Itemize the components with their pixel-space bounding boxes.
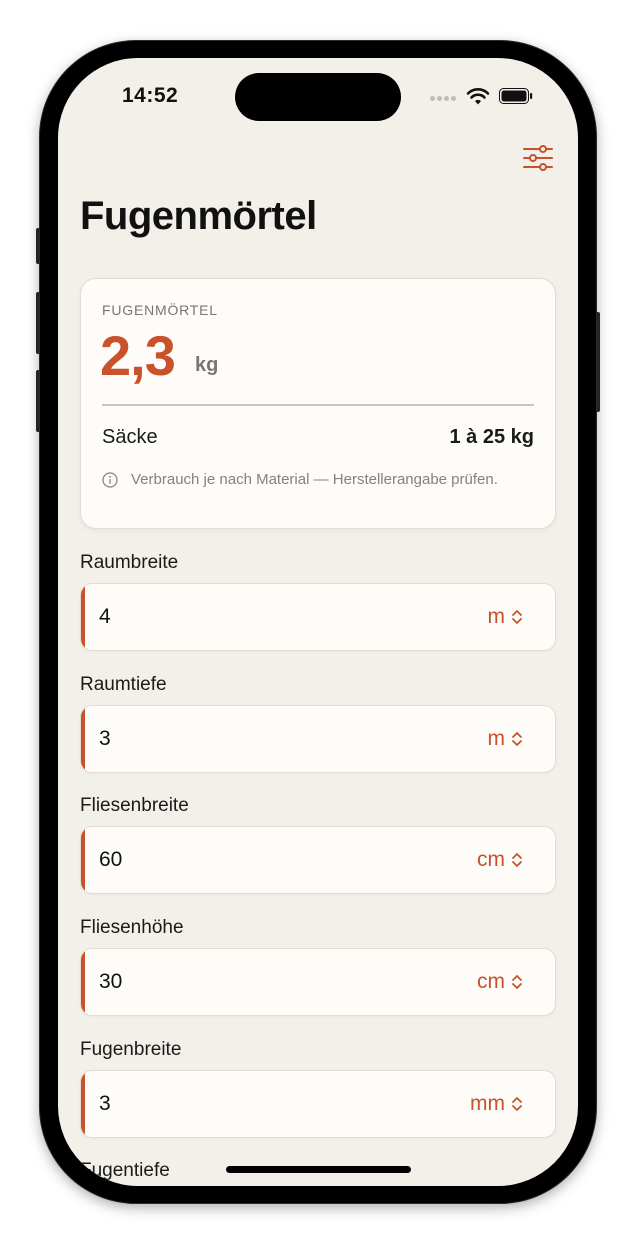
divider [102,404,534,406]
input-fliesenbreite[interactable]: 60 cm [80,826,556,894]
status-time: 14:52 [122,84,179,107]
input-fliesenhoehe[interactable]: 30 cm [80,948,556,1016]
page-title: Fugenmörtel [80,194,317,238]
field-accent-bar [81,1071,85,1137]
field-label-raumbreite: Raumbreite [80,552,179,573]
chevron-up-down-icon [512,975,522,989]
unit-picker[interactable]: cm [477,970,523,994]
bags-label: Säcke [102,426,158,448]
field-accent-bar [81,827,85,893]
app-screen: 14:52 Fugenmörtel FUGENMÖRTEL 2,3 kg Säc… [58,58,578,1186]
result-unit: kg [195,354,219,376]
battery-icon [499,88,533,104]
field-accent-bar [81,706,85,772]
chevron-up-down-icon [512,1097,522,1111]
field-value[interactable]: 60 [99,848,122,872]
unit-picker[interactable]: m [488,605,524,629]
result-card: FUGENMÖRTEL 2,3 kg Säcke 1 à 25 kg Verbr… [80,278,556,529]
field-label-raumtiefe: Raumtiefe [80,674,167,695]
unit-picker[interactable]: m [488,727,524,751]
sliders-icon[interactable] [522,144,554,172]
chevron-up-down-icon [512,853,522,867]
field-label-fliesenhoehe: Fliesenhöhe [80,917,184,938]
unit-picker[interactable]: mm [470,1092,523,1116]
field-accent-bar [81,949,85,1015]
unit-label: cm [477,848,505,871]
input-fugenbreite[interactable]: 3 mm [80,1070,556,1138]
field-label-fugenbreite: Fugenbreite [80,1039,182,1060]
chevron-up-down-icon [512,732,522,746]
home-indicator[interactable] [226,1166,411,1173]
result-label: FUGENMÖRTEL [102,302,218,318]
signal-icon [430,88,458,106]
unit-label: m [487,727,506,750]
unit-label: m [487,605,506,628]
field-label-fliesenbreite: Fliesenbreite [80,795,189,816]
unit-label: mm [470,1092,505,1115]
field-accent-bar [81,584,85,650]
info-circle-icon [102,472,118,488]
info-note: Verbrauch je nach Material — Herstellera… [131,471,498,488]
result-value: 2,3 [100,324,176,387]
field-value[interactable]: 30 [99,970,122,994]
input-raumtiefe[interactable]: 3 m [80,705,556,773]
wifi-icon [466,88,490,105]
field-value[interactable]: 3 [99,727,111,751]
chevron-up-down-icon [512,610,522,624]
bags-value: 1 à 25 kg [449,426,534,448]
unit-label: cm [477,970,505,993]
field-value[interactable]: 4 [99,605,111,629]
input-raumbreite[interactable]: 4 m [80,583,556,651]
field-label-fugentiefe: Fugentiefe [80,1160,170,1181]
dynamic-island [235,73,401,121]
unit-picker[interactable]: cm [477,848,523,872]
field-value[interactable]: 3 [99,1092,111,1116]
